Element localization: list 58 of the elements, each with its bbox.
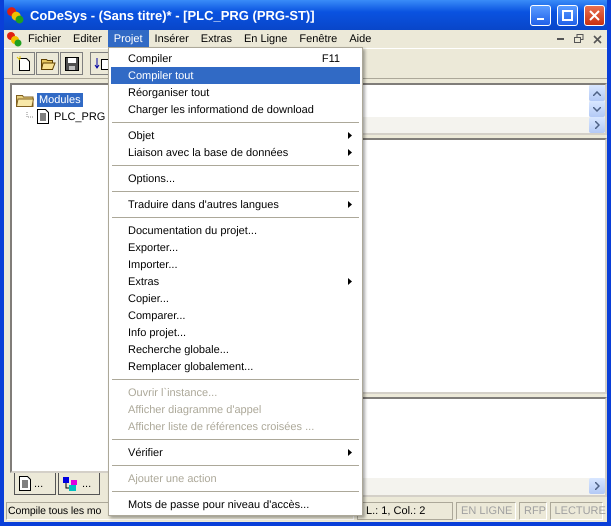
menu-title[interactable]: Editer bbox=[67, 30, 108, 48]
cursor-position: L.: 1, Col.: 2 bbox=[357, 502, 453, 520]
blocks-icon bbox=[63, 476, 79, 490]
open-folder-button[interactable] bbox=[36, 52, 59, 75]
maximize-button[interactable] bbox=[557, 4, 578, 26]
menu-item[interactable]: Options... bbox=[111, 170, 360, 187]
menu-item[interactable]: Vérifier bbox=[111, 444, 360, 461]
folder-icon bbox=[16, 92, 34, 106]
minimize-button[interactable] bbox=[530, 4, 551, 26]
menu-title[interactable]: Projet bbox=[108, 30, 149, 48]
traffic-light-logo-icon bbox=[6, 6, 24, 24]
menu-title[interactable]: Aide bbox=[343, 30, 378, 48]
scroll-right-icon[interactable] bbox=[589, 117, 605, 133]
scroll-up-icon[interactable] bbox=[589, 85, 605, 101]
close-button[interactable] bbox=[584, 4, 605, 26]
menu-item[interactable]: Extras bbox=[111, 273, 360, 290]
menu-title[interactable]: Fichier bbox=[22, 30, 68, 48]
menu-title[interactable]: Extras bbox=[194, 30, 238, 48]
traffic-light-logo-icon bbox=[6, 31, 22, 47]
menu-title[interactable]: En Ligne bbox=[238, 30, 294, 48]
status-indicator: RFP bbox=[519, 502, 546, 520]
menu-item[interactable]: Exporter... bbox=[111, 239, 360, 256]
restore-icon bbox=[574, 34, 584, 44]
scroll-down-icon[interactable] bbox=[589, 101, 605, 117]
menu-item[interactable]: Importer... bbox=[111, 256, 360, 273]
save-button[interactable] bbox=[60, 52, 83, 75]
document-icon bbox=[37, 109, 49, 124]
menu-item[interactable]: Copier... bbox=[111, 290, 360, 307]
menu-item[interactable]: Compiler F11 bbox=[111, 50, 360, 67]
new-file-button[interactable] bbox=[12, 52, 35, 75]
maximize-icon bbox=[562, 10, 573, 20]
menu-item[interactable]: Charger les informationd de download bbox=[111, 101, 360, 118]
object-tab[interactable]: ... bbox=[58, 473, 100, 495]
menu-item[interactable]: Réorganiser tout bbox=[111, 84, 360, 101]
scroll-right-icon[interactable] bbox=[589, 478, 605, 494]
document-icon bbox=[19, 476, 31, 491]
menu-item[interactable]: Remplacer globalement... bbox=[111, 358, 360, 375]
menu-item[interactable]: Recherche globale... bbox=[111, 341, 360, 358]
menu-item[interactable]: Traduire dans d'autres langues bbox=[111, 196, 360, 213]
status-indicator: LECTURE bbox=[550, 502, 603, 520]
status-indicator: EN LIGNE bbox=[456, 502, 516, 520]
minimize-icon bbox=[537, 18, 544, 20]
minimize-icon bbox=[557, 38, 565, 40]
menu-item[interactable]: Comparer... bbox=[111, 307, 360, 324]
menu-item[interactable]: Objet bbox=[111, 127, 360, 144]
menu-item[interactable]: Documentation du projet... bbox=[111, 222, 360, 239]
tree-item[interactable]: PLC_PRG bbox=[52, 110, 108, 124]
close-icon bbox=[589, 10, 600, 20]
window-title: CoDeSys - (Sans titre)* - [PLC_PRG (PRG-ST)] bbox=[30, 8, 316, 22]
new-file-icon bbox=[16, 56, 32, 72]
menu-title[interactable]: Insérer bbox=[148, 30, 195, 48]
object-tab[interactable]: ... bbox=[14, 473, 56, 495]
close-icon bbox=[592, 34, 602, 44]
menu-title[interactable]: Fenêtre bbox=[293, 30, 344, 48]
tree-item[interactable]: Modules bbox=[37, 92, 83, 106]
menu-item[interactable]: Info projet... bbox=[111, 324, 360, 341]
menu-item[interactable]: Compiler tout bbox=[111, 67, 360, 84]
menu-item[interactable]: Liaison avec la base de données bbox=[111, 144, 360, 161]
